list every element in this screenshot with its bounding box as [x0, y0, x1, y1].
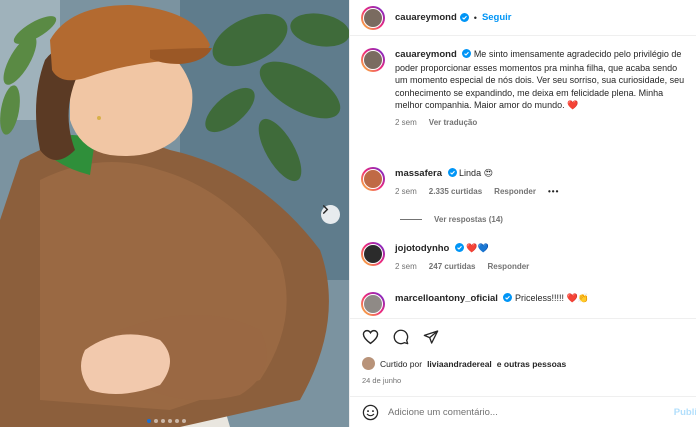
verified-badge-icon [447, 168, 457, 177]
comment-time[interactable]: 2 sem [395, 262, 417, 271]
comment-input[interactable] [388, 406, 638, 418]
post-actions [350, 318, 696, 354]
post-date[interactable]: 24 de junho [362, 376, 401, 385]
caption-time[interactable]: 2 sem [395, 118, 417, 127]
carousel-dot [147, 419, 151, 423]
heart-icon[interactable] [362, 329, 379, 345]
liker-avatar[interactable] [362, 357, 375, 370]
verified-badge-icon [454, 243, 464, 252]
comment-username[interactable]: jojotodynho [395, 243, 449, 254]
carousel-dot [161, 419, 165, 423]
view-replies-label: Ver respostas (14) [434, 215, 503, 224]
comment-username[interactable]: marcelloantony_oficial [395, 293, 498, 304]
author-avatar[interactable] [361, 5, 385, 30]
comment-item: jojotodynho ❤️💙 2 sem 247 curtidas Respo… [361, 242, 529, 271]
carousel-dot [175, 419, 179, 423]
separator-dot: • [473, 12, 477, 23]
next-slide-button[interactable] [321, 205, 340, 224]
comment-time[interactable]: 2 sem [395, 187, 417, 196]
carousel-dot [182, 419, 186, 423]
comments-list: cauareymond Me sinto imensamente agradec… [350, 37, 696, 318]
post-photo[interactable] [0, 0, 349, 427]
carousel-indicator [147, 419, 186, 423]
emoji-icon[interactable] [362, 404, 379, 421]
share-icon[interactable] [423, 329, 439, 345]
comment-item: massafera Linda 😍 2 sem 2.335 curtidas R… [361, 167, 559, 196]
comment-item: marcelloantony_oficial Priceless!!!!! ❤️… [361, 292, 589, 316]
photo-illustration [0, 0, 349, 427]
comment-likes[interactable]: 247 curtidas [429, 262, 476, 271]
liked-by-suffix[interactable]: e outras pessoas [497, 359, 566, 369]
follow-button[interactable]: Seguir [482, 12, 512, 23]
comment-text: Priceless!!!!! ❤️👏 [514, 293, 589, 303]
commenter-avatar[interactable] [361, 292, 385, 316]
caption-block: cauareymond Me sinto imensamente agradec… [361, 48, 685, 127]
comment-text: ❤️💙 [466, 243, 489, 253]
comment-composer: Publi [350, 396, 696, 427]
verified-badge-icon [462, 49, 472, 58]
replies-divider [400, 219, 422, 220]
carousel-dot [154, 419, 158, 423]
liked-by-user[interactable]: liviaandradereal [427, 359, 492, 369]
view-replies-button[interactable]: Ver respostas (14) [400, 215, 503, 224]
caption-meta: 2 sem Ver tradução [395, 118, 685, 127]
author-avatar[interactable] [361, 48, 385, 72]
translate-link[interactable]: Ver tradução [429, 118, 477, 127]
reply-button[interactable]: Responder [488, 262, 530, 271]
post-details-panel: cauareymond • Seguir cauareymond Me sint… [349, 0, 696, 427]
commenter-avatar[interactable] [361, 167, 385, 191]
reply-button[interactable]: Responder [494, 187, 536, 196]
post-header: cauareymond • Seguir [350, 0, 696, 36]
carousel-dot [168, 419, 172, 423]
author-username[interactable]: cauareymond [395, 12, 457, 23]
verified-badge-icon [503, 293, 513, 302]
caption-username[interactable]: cauareymond [395, 49, 457, 60]
comment-icon[interactable] [393, 329, 409, 345]
liked-by: Curtido por liviaandradereal e outras pe… [362, 357, 566, 370]
caption-text: cauareymond Me sinto imensamente agradec… [395, 48, 685, 112]
comment-username[interactable]: massafera [395, 168, 442, 179]
commenter-avatar[interactable] [361, 242, 385, 266]
chevron-right-icon [322, 205, 329, 214]
verified-badge-icon [459, 13, 469, 22]
comment-likes[interactable]: 2.335 curtidas [429, 187, 482, 196]
publish-button[interactable]: Publi [674, 407, 696, 418]
liked-by-prefix: Curtido por [380, 358, 423, 369]
more-options-icon[interactable]: ••• [548, 187, 559, 196]
instagram-post-modal: cauareymond • Seguir cauareymond Me sint… [0, 0, 696, 427]
comment-text: Linda 😍 [459, 168, 493, 178]
